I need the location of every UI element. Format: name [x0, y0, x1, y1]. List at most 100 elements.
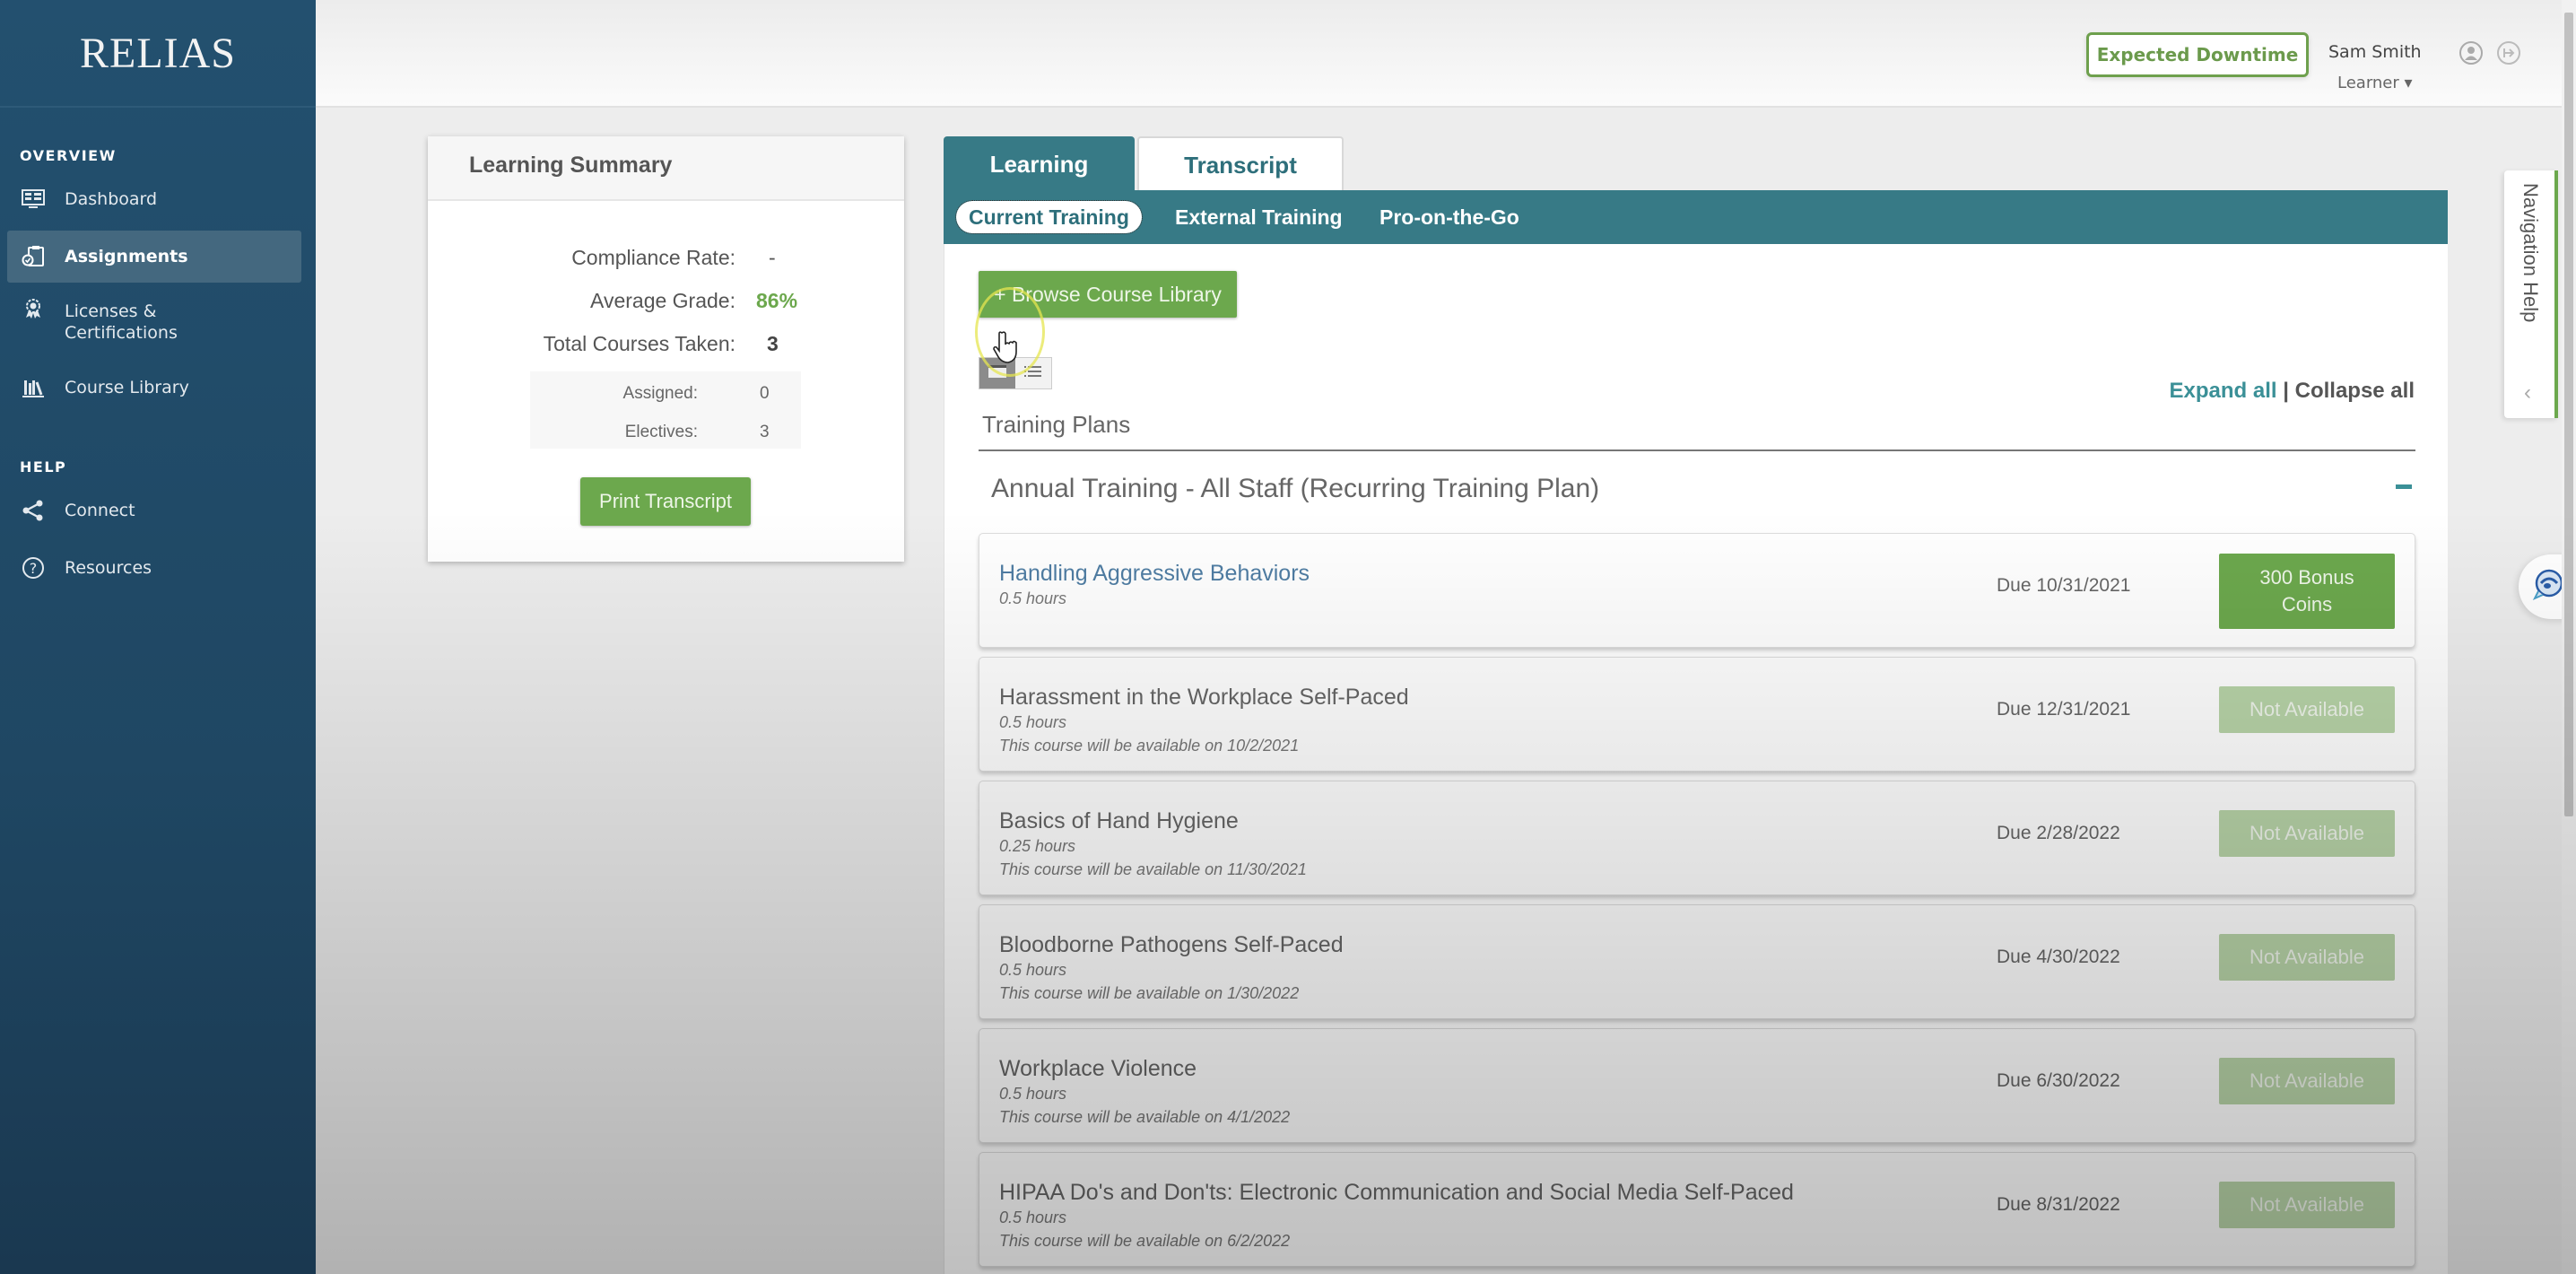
sidebar-section-overview: OVERVIEW — [20, 147, 117, 164]
chevron-left-icon: ‹ — [2524, 380, 2531, 405]
navigation-help-panel[interactable]: Navigation Help ‹ — [2504, 170, 2558, 418]
sidebar: RELIAS OVERVIEW Dashboard Assignments Li… — [0, 0, 316, 1274]
sidebar-item-label-line2: Certifications — [65, 323, 178, 343]
course-title[interactable]: Handling Aggressive Behaviors — [999, 561, 1310, 587]
stat-label: Compliance Rate: — [571, 246, 735, 269]
dashboard-icon — [20, 186, 47, 213]
course-title: HIPAA Do's and Don'ts: Electronic Commun… — [999, 1180, 1794, 1205]
not-available-button: Not Available — [2219, 934, 2395, 981]
stat-value: 3 — [767, 332, 779, 355]
course-due-date: Due 8/31/2022 — [1997, 1194, 2120, 1215]
stat-value: 0 — [760, 384, 770, 403]
sidebar-item-licenses[interactable]: Licenses & Certifications — [7, 288, 301, 356]
help-circle-icon: ? — [20, 554, 47, 581]
learning-main: Learning Transcript Current Training Ext… — [944, 136, 2448, 1274]
tab-transcript[interactable]: Transcript — [1137, 136, 1344, 192]
sidebar-item-label: Assignments — [65, 247, 188, 266]
subnav-current-training[interactable]: Current Training — [955, 200, 1143, 234]
expand-all-link[interactable]: Expand all — [2170, 379, 2277, 403]
training-plan-heading[interactable]: Annual Training - All Staff (Recurring T… — [991, 474, 1599, 504]
link-separator: | — [2283, 379, 2289, 403]
print-transcript-button[interactable]: Print Transcript — [580, 477, 751, 526]
stat-label: Average Grade: — [590, 289, 735, 312]
learning-summary-panel: Learning Summary Compliance Rate: - Aver… — [428, 136, 904, 562]
stat-label: Total Courses Taken: — [543, 332, 735, 355]
course-breakdown: Assigned: 0 Electives: 3 — [530, 371, 801, 449]
sidebar-item-label-line1: Licenses & — [65, 301, 157, 321]
hand-cursor-icon — [993, 330, 1020, 369]
course-hours: 0.25 hours — [999, 837, 1076, 855]
browse-course-library-button[interactable]: + Browse Course Library — [979, 271, 1237, 318]
course-card[interactable]: Harassment in the Workplace Self-Paced 0.… — [979, 657, 2415, 772]
stat-value: 3 — [760, 423, 770, 441]
assignments-icon — [20, 243, 47, 270]
sidebar-item-dashboard[interactable]: Dashboard — [7, 173, 301, 225]
list-view-button[interactable] — [1015, 358, 1051, 388]
course-title: Basics of Hand Hygiene — [999, 808, 1239, 833]
user-role-dropdown[interactable]: Learner ▾ — [2337, 74, 2413, 92]
course-card[interactable]: HIPAA Do's and Don'ts: Electronic Commun… — [979, 1152, 2415, 1267]
course-card[interactable]: Bloodborne Pathogens Self-Paced 0.5 hours… — [979, 904, 2415, 1019]
course-card[interactable]: Basics of Hand Hygiene 0.25 hours This cou… — [979, 781, 2415, 895]
award-icon — [20, 295, 47, 322]
course-availability: This course will be available on 6/2/202… — [999, 1232, 1291, 1250]
profile-icon[interactable] — [2458, 39, 2485, 66]
course-due-date: Due 2/28/2022 — [1997, 823, 2120, 843]
sidebar-item-label: Connect — [65, 501, 135, 520]
expected-downtime-button[interactable]: Expected Downtime — [2086, 32, 2309, 77]
stat-label: Assigned: — [622, 384, 698, 403]
subnav-pro-on-the-go[interactable]: Pro-on-the-Go — [1379, 201, 1519, 233]
sidebar-item-label: Resources — [65, 558, 152, 578]
sidebar-section-help: HELP — [20, 458, 67, 476]
current-training-content: + Browse Course Library Expand all | Col… — [944, 244, 2448, 1274]
course-title: Workplace Violence — [999, 1056, 1197, 1081]
learning-summary-title: Learning Summary — [428, 136, 904, 201]
course-due-date: Due 4/30/2022 — [1997, 947, 2120, 967]
sidebar-item-course-library[interactable]: Course Library — [7, 362, 301, 414]
subnav-external-training[interactable]: External Training — [1175, 201, 1343, 233]
not-available-button: Not Available — [2219, 686, 2395, 733]
course-due-date: Due 10/31/2021 — [1997, 575, 2131, 596]
user-name[interactable]: Sam Smith — [2328, 42, 2422, 62]
collapse-plan-icon[interactable] — [2396, 484, 2412, 489]
training-plans-divider — [979, 449, 2415, 451]
logout-icon[interactable] — [2495, 39, 2522, 66]
stat-value: 86% — [756, 289, 798, 312]
course-hours: 0.5 hours — [999, 1085, 1067, 1103]
tab-learning[interactable]: Learning — [944, 136, 1135, 192]
learning-subnav: Current Training External Training Pro-o… — [944, 190, 2448, 244]
chat-bubble-icon — [2531, 568, 2565, 606]
not-available-button: Not Available — [2219, 1182, 2395, 1228]
course-title: Bloodborne Pathogens Self-Paced — [999, 932, 1344, 957]
not-available-button: Not Available — [2219, 810, 2395, 857]
sidebar-item-label: Licenses & Certifications — [65, 301, 178, 344]
sidebar-item-connect[interactable]: Connect — [7, 484, 301, 537]
course-availability: This course will be available on 10/2/20… — [999, 737, 1300, 755]
course-hours: 0.5 hours — [999, 1209, 1067, 1226]
training-plans-title: Training Plans — [982, 411, 1131, 438]
stat-value: - — [769, 246, 776, 269]
library-icon — [20, 374, 47, 401]
expand-collapse-links: Expand all | Collapse all — [2170, 379, 2415, 404]
sidebar-item-assignments[interactable]: Assignments — [7, 231, 301, 283]
share-icon — [20, 497, 47, 524]
bonus-coins-button[interactable]: 300 Bonus Coins — [2219, 554, 2395, 629]
sidebar-item-label: Dashboard — [65, 189, 158, 209]
course-card[interactable]: Workplace Violence 0.5 hours This course w… — [979, 1028, 2415, 1143]
sidebar-item-resources[interactable]: ? Resources — [7, 542, 301, 594]
svg-text:?: ? — [30, 560, 38, 577]
collapse-all-link[interactable]: Collapse all — [2295, 379, 2415, 403]
scrollbar-thumb[interactable] — [2564, 13, 2573, 816]
course-availability: This course will be available on 4/1/202… — [999, 1108, 1291, 1126]
navigation-help-label: Navigation Help — [2519, 183, 2542, 323]
course-availability: This course will be available on 1/30/20… — [999, 984, 1300, 1002]
course-hours: 0.5 hours — [999, 961, 1067, 979]
course-availability: This course will be available on 11/30/2… — [999, 860, 1307, 878]
course-card[interactable]: Handling Aggressive Behaviors 0.5 hours Du… — [979, 533, 2415, 648]
relias-logo[interactable]: RELIAS — [0, 0, 316, 108]
course-title: Harassment in the Workplace Self-Paced — [999, 685, 1409, 710]
list-view-icon — [1023, 363, 1043, 384]
stat-label: Electives: — [624, 423, 698, 441]
course-due-date: Due 12/31/2021 — [1997, 699, 2131, 720]
page-scrollbar[interactable] — [2562, 0, 2576, 1274]
